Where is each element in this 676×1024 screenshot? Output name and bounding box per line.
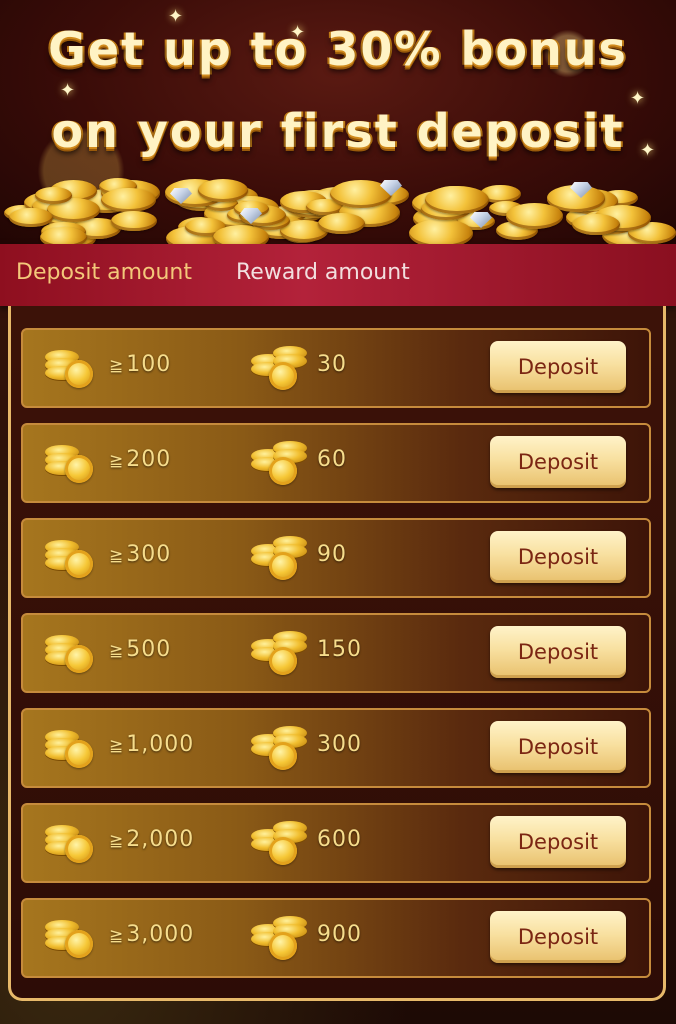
coin-icon xyxy=(572,214,620,236)
coin-stack-icon xyxy=(45,635,95,673)
deposit-button[interactable]: Deposit xyxy=(490,626,626,678)
deposit-threshold: ≧100 xyxy=(109,352,172,377)
coin-icon xyxy=(9,208,53,228)
coin-icon xyxy=(424,185,489,215)
reward-amount-header: Reward amount xyxy=(236,260,410,285)
banner-subheadline: on your first deposit xyxy=(51,104,625,158)
tier-row: ≧100 30 Deposit xyxy=(21,328,651,408)
tier-row: ≧2,000 600 Deposit xyxy=(21,803,651,883)
deposit-threshold: ≧200 xyxy=(109,447,172,472)
tier-row: ≧200 60 Deposit xyxy=(21,423,651,503)
reward-value: 900 xyxy=(317,922,362,947)
deposit-button[interactable]: Deposit xyxy=(490,436,626,488)
deposit-button[interactable]: Deposit xyxy=(490,531,626,583)
deposit-button[interactable]: Deposit xyxy=(490,341,626,393)
coin-icon xyxy=(318,213,365,235)
reward-value: 300 xyxy=(317,732,362,757)
coin-stack-icon xyxy=(45,730,95,768)
reward-value: 60 xyxy=(317,447,347,472)
coin-stack-icon xyxy=(45,350,95,388)
reward-value: 600 xyxy=(317,827,362,852)
tier-row: ≧1,000 300 Deposit xyxy=(21,708,651,788)
coin-stack-icon xyxy=(251,916,307,960)
coin-stack-icon xyxy=(45,540,95,578)
coin-stack-icon xyxy=(251,821,307,865)
deposit-button[interactable]: Deposit xyxy=(490,816,626,868)
table-header: Deposit amount Reward amount xyxy=(0,244,676,306)
coin-stack-icon xyxy=(251,726,307,770)
deposit-threshold: ≧2,000 xyxy=(109,827,195,852)
deposit-threshold: ≧1,000 xyxy=(109,732,195,757)
coin-icon xyxy=(409,219,473,244)
coin-stack-icon xyxy=(251,536,307,580)
sparkle-icon: ✦ xyxy=(60,80,76,101)
coin-stack-icon xyxy=(45,920,95,958)
reward-value: 90 xyxy=(317,542,347,567)
coin-pile-graphic xyxy=(0,178,676,244)
reward-value: 30 xyxy=(317,352,347,377)
banner-headline: Get up to 30% bonus xyxy=(48,22,628,76)
deposit-threshold: ≧300 xyxy=(109,542,172,567)
reward-value: 150 xyxy=(317,637,362,662)
deposit-button[interactable]: Deposit xyxy=(490,911,626,963)
tier-row: ≧300 90 Deposit xyxy=(21,518,651,598)
coin-stack-icon xyxy=(251,631,307,675)
tier-row: ≧3,000 900 Deposit xyxy=(21,898,651,978)
promo-banner: ✦ ✦ ✦ ✦ ✦ Get up to 30% bonus on your fi… xyxy=(0,0,676,244)
coin-stack-icon xyxy=(251,346,307,390)
coin-icon xyxy=(35,187,72,204)
deposit-amount-header: Deposit amount xyxy=(16,260,192,285)
deposit-threshold: ≧500 xyxy=(109,637,172,662)
coin-stack-icon xyxy=(45,445,95,483)
deposit-threshold: ≧3,000 xyxy=(109,922,195,947)
coin-icon xyxy=(197,179,248,202)
tier-row: ≧500 150 Deposit xyxy=(21,613,651,693)
deposit-button[interactable]: Deposit xyxy=(490,721,626,773)
coin-icon xyxy=(101,188,156,213)
coin-stack-icon xyxy=(251,441,307,485)
coin-icon xyxy=(506,203,563,229)
deposit-tiers-panel: ≧100 30 Deposit ≧200 60 Deposit ≧300 90 … xyxy=(8,306,666,1001)
coin-icon xyxy=(111,210,158,232)
coin-icon xyxy=(39,226,87,244)
coin-stack-icon xyxy=(45,825,95,863)
